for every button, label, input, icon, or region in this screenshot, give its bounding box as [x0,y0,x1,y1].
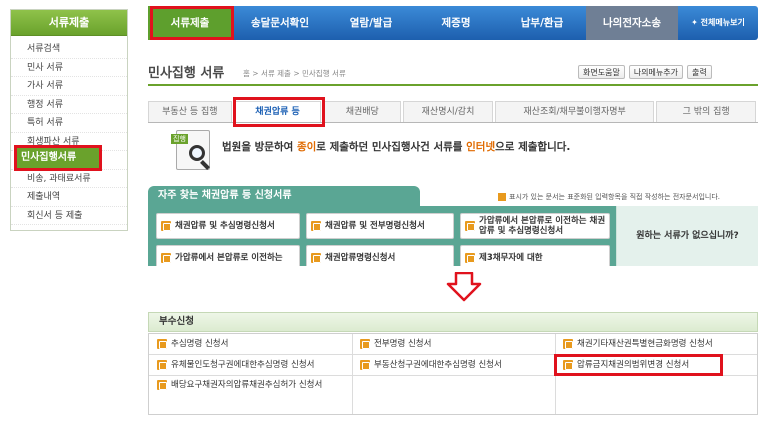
document-icon [161,221,171,231]
attached-form-link[interactable]: 부동산청구권에대한추심명령 신청서 [360,360,550,371]
top-navigation: 서류제출 송달문서확인 열람/발급 제증명 납부/환급 나의전자소송 ✦ 전체메… [148,6,758,40]
highlight-sidebar-civil-execution[interactable]: 민사집행서류 [14,145,102,171]
attached-form-link[interactable]: 유체물인도청구권에대한추심명령 신청서 [157,360,347,371]
document-icon [311,221,321,231]
page-tools: 화면도움말 나의메뉴추가 출력 [578,65,712,79]
sidebar-item-family[interactable]: 가사 서류 [11,77,127,96]
quick-form-button[interactable]: 제3채무자에 대한 [460,245,610,266]
nav-view-issue[interactable]: 열람/발급 [328,6,414,40]
nav-certificates[interactable]: 제증명 [414,6,498,40]
quick-forms-body: 채권압류 및 추심명령신청서 채권압류 및 전부명령신청서 가압류에서 본압류로… [148,206,616,266]
document-icon [360,360,370,370]
sidebar-item-reply-submit[interactable]: 회신서 등 제출 [11,207,127,225]
notice-text: 법원을 방문하여 종이로 제출하던 민사집행사건 서류를 인터넷으로 제출합니다… [222,141,571,153]
nav-my-e-litigation[interactable]: 나의전자소송 [586,6,678,40]
tab-property-inquiry[interactable]: 재산조회/채무불이행자명부 [494,101,655,122]
sidebar-item-document-search[interactable]: 서류검색 [11,40,127,59]
request-form-link[interactable]: 원하는 서류가 없으십니까? [616,206,758,266]
breadcrumb: 홈 > 서류 제출 > 민사집행 서류 [243,69,346,78]
document-icon [157,380,167,390]
quick-form-button[interactable]: 채권압류명령신청서 [306,245,454,266]
document-icon [465,253,475,263]
down-arrow-icon [446,272,482,302]
document-icon [360,339,370,349]
document-icon [157,360,167,370]
sidebar-menu: 서류검색 민사 서류 가사 서류 행정 서류 특허 서류 회생파산 서류 비송,… [11,36,127,225]
attached-form-link[interactable]: 배당요구채권자의압류채권추심허가 신청서 [157,380,349,391]
sidebar: 서류제출 서류검색 민사 서류 가사 서류 행정 서류 특허 서류 회생파산 서… [10,9,128,231]
magnifier-document-icon: 집행 [171,130,210,170]
nav-payment-refund[interactable]: 납부/환급 [498,6,586,40]
page-title: 민사집행 서류 [148,66,225,81]
document-icon [161,253,171,263]
tab-property-disclosure[interactable]: 재산명시/감치 [403,101,493,122]
tab-bond-distribution[interactable]: 채권배당 [323,101,402,122]
quick-forms-title: 자주 찾는 채권압류 등 신청서류 [148,186,420,206]
help-button[interactable]: 화면도움말 [578,65,625,79]
sidebar-item-civil-execution-label: 민사집행서류 [21,152,77,163]
quick-form-button[interactable]: 채권압류 및 추심명령신청서 [156,213,300,239]
attached-form-link[interactable]: 추심명령 신청서 [157,339,347,350]
highlight-nav-document-submit [150,6,234,40]
sidebar-item-noncontentious[interactable]: 비송, 과태료서류 [11,170,127,188]
doc-mark-icon [498,193,506,201]
add-my-menu-button[interactable]: 나의메뉴추가 [628,65,683,79]
document-icon [311,253,321,263]
print-button[interactable]: 출력 [686,65,712,79]
tab-real-estate[interactable]: 부동산 등 집행 [148,101,232,122]
quick-form-button[interactable]: 가압류에서 본압류로 이전하는 [156,245,300,266]
nav-all-menu[interactable]: ✦ 전체메뉴보기 [678,6,758,40]
quick-forms-panel: 자주 찾는 채권압류 등 신청서류 표시가 있는 문서는 표준화된 입력항목을 … [148,186,758,266]
sidebar-title[interactable]: 서류제출 [11,10,127,36]
document-icon [465,221,475,231]
tab-other-execution[interactable]: 그 밖의 집행 [656,101,756,122]
sidebar-item-submission-history[interactable]: 제출내역 [11,188,127,207]
quick-form-button[interactable]: 채권압류 및 전부명령신청서 [306,213,454,239]
execution-tag: 집행 [171,134,188,144]
document-icon [563,339,573,349]
attached-form-link[interactable]: 채권기타재산권특별현금화명령 신청서 [563,339,755,350]
highlight-scope-change-form [554,354,723,376]
sidebar-item-civil[interactable]: 민사 서류 [11,59,127,77]
attached-form-link[interactable]: 전부명령 신청서 [360,339,550,350]
attached-applications-title: 부수신청 [148,312,758,332]
highlight-tab-bond-seizure [233,97,325,127]
document-icon [157,339,167,349]
sidebar-item-administrative[interactable]: 행정 서류 [11,96,127,114]
sidebar-item-patent[interactable]: 특허 서류 [11,114,127,133]
quick-form-button[interactable]: 가압류에서 본압류로 이전하는 채권압류 및 추심명령신청서 [460,213,610,239]
quick-forms-note: 표시가 있는 문서는 표준화된 입력항목을 직접 작성하는 전자문서입니다. [498,192,720,202]
nav-service-check[interactable]: 송달문서확인 [232,6,328,40]
title-divider [148,84,758,86]
